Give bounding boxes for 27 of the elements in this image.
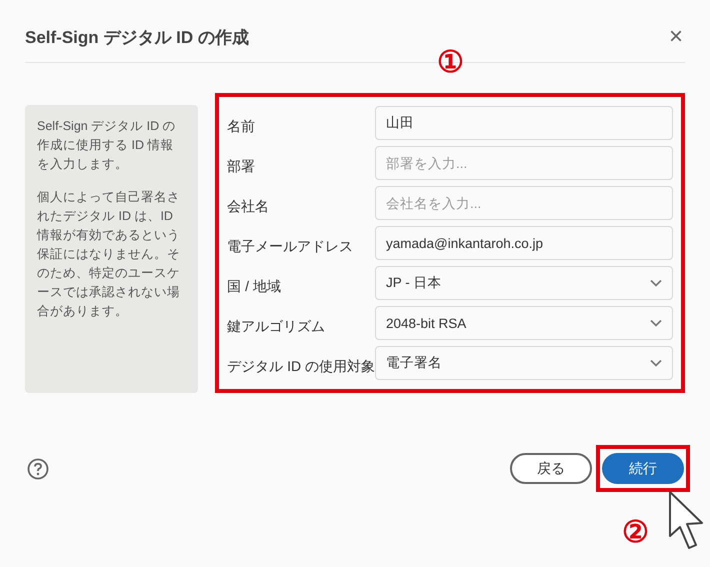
- dropdown[interactable]: 2048-bit RSA: [375, 306, 673, 340]
- close-button[interactable]: ×: [666, 25, 685, 49]
- field-label: 部署: [227, 158, 256, 176]
- back-button[interactable]: 戻る: [510, 453, 592, 484]
- step-marker: ①: [437, 48, 464, 78]
- help-icon[interactable]: [27, 458, 49, 480]
- chevron-down-icon: [650, 319, 662, 327]
- input-field[interactable]: 山田: [375, 106, 673, 140]
- info-text: 個人によって自己署名されたデジタル ID は、ID 情報が有効であるという保証にはなりません。そのため、特定のユースケースでは承認されない場合があります。: [37, 189, 181, 320]
- dropdown[interactable]: JP - 日本: [375, 266, 673, 300]
- pointer-cursor-icon: [668, 490, 706, 552]
- field-label: 会社名: [227, 198, 270, 216]
- field-label: 国 / 地域: [227, 278, 281, 296]
- chevron-down-icon: [650, 359, 662, 367]
- field-label: デジタル ID の使用対象: [227, 358, 375, 376]
- dropdown[interactable]: 電子署名: [375, 346, 673, 380]
- input-field[interactable]: 会社名を入力...: [375, 186, 673, 220]
- field-label: 電子メールアドレス: [227, 238, 354, 256]
- chevron-down-icon: [650, 279, 662, 287]
- info-text: Self-Sign デジタル ID の作成に使用する ID 情報を入力します。: [37, 118, 177, 173]
- input-field[interactable]: 部署を入力...: [375, 146, 673, 180]
- continue-button[interactable]: 続行: [602, 453, 684, 484]
- dialog-title: Self-Sign デジタル ID の作成: [25, 26, 249, 48]
- input-field[interactable]: yamada@inkantaroh.co.jp: [375, 226, 673, 260]
- field-label: 鍵アルゴリズム: [227, 318, 326, 336]
- step-marker: ②: [622, 518, 649, 548]
- field-label: 名前: [227, 118, 256, 136]
